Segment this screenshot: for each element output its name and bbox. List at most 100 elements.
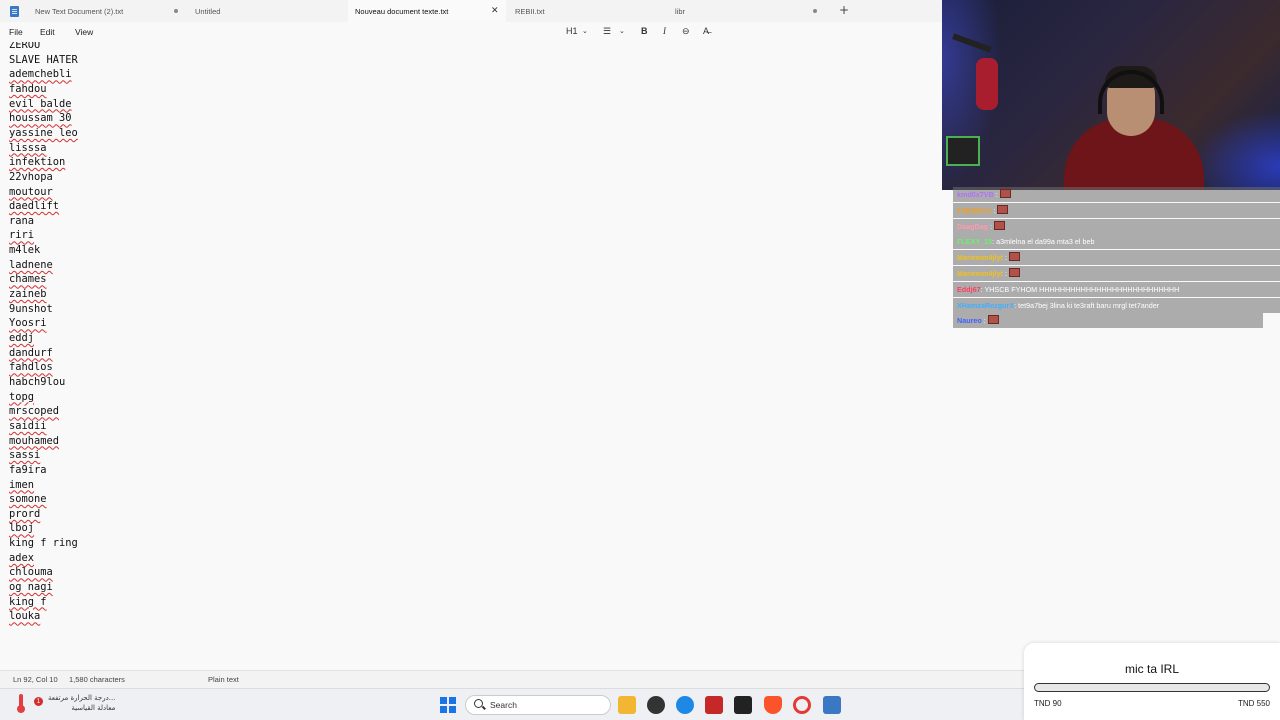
chat-message: Mariemm4jlyt : xyxy=(953,250,1280,266)
editor-line: king f ring xyxy=(9,537,78,550)
editor-line: fahdou xyxy=(9,83,47,96)
editor-line: lboj xyxy=(9,522,34,535)
goal-title: mic ta IRL xyxy=(1124,662,1179,676)
cursor-position: Ln 92, Col 10 xyxy=(13,675,58,684)
tab-nouveau-document-texte[interactable]: Nouveau document texte.txt ✕ xyxy=(348,0,506,22)
editor-line-text: m4lek xyxy=(9,244,41,257)
emote-icon xyxy=(987,315,999,325)
chat-message: Mariemm4jlyt : xyxy=(953,266,1280,281)
voicemeeter-icon[interactable] xyxy=(705,696,723,714)
editor-line: yassine leo xyxy=(9,127,78,140)
emote-icon xyxy=(1008,268,1020,277)
file-format[interactable]: Plain text xyxy=(208,675,239,684)
editor-line-text: evil balde xyxy=(9,97,72,110)
editor-line: riri xyxy=(9,229,34,242)
notepad-icon xyxy=(0,0,28,22)
chat-text: : a3mlelna el da99a mta3 el beb xyxy=(992,237,1095,247)
chat-username: DaagDag xyxy=(957,221,989,231)
tab-label: Nouveau document texte.txt xyxy=(355,6,449,16)
editor-line: topg xyxy=(9,391,34,404)
editor-line-text: chlouma xyxy=(9,566,53,579)
chevron-down-icon: ⌄ xyxy=(582,28,588,35)
editor-line-text: daedlift xyxy=(9,200,60,213)
brave-icon[interactable] xyxy=(764,696,782,714)
menu-file[interactable]: File xyxy=(9,27,23,37)
chat-message: DaagDag : xyxy=(953,218,1280,234)
clear-formatting-icon[interactable]: A̶ xyxy=(703,26,709,36)
editor-line: king f xyxy=(9,596,47,609)
menu-edit[interactable]: Edit xyxy=(40,27,55,37)
editor-line: SLAVE HATER xyxy=(9,54,78,67)
editor-line: houssam 30 xyxy=(9,112,72,125)
webcam-overlay xyxy=(942,0,1280,190)
editor-line: ademchebli xyxy=(9,68,72,81)
unsaved-dot-icon xyxy=(813,9,817,13)
bold-button[interactable]: B xyxy=(641,26,648,36)
chat-text: : tet9a7bej 3lina ki te3raft baru mrgl t… xyxy=(1014,300,1160,310)
editor-line: 22vhopa xyxy=(9,171,53,184)
editor-line-text: yassine leo xyxy=(9,126,78,139)
obs-icon[interactable] xyxy=(647,696,665,714)
editor-line-text: king f xyxy=(9,595,47,608)
editor-line-text: chames xyxy=(9,273,47,286)
chat-username: Naureo xyxy=(957,316,982,326)
editor-line-text: zaineb xyxy=(9,288,47,301)
editor-line-text: fahdlos xyxy=(9,361,53,374)
editor-line-text: SLAVE HATER xyxy=(9,53,78,66)
link-icon[interactable]: ⊖ xyxy=(682,26,690,37)
editor-line: adex xyxy=(9,552,34,565)
menu-bar: File Edit View H1 ⌄ ☰ ⌄ B I ⊖ A̶ xyxy=(0,22,942,42)
menu-view[interactable]: View xyxy=(75,27,93,37)
editor-line: og nagi xyxy=(9,581,53,594)
opera-icon[interactable] xyxy=(793,696,811,714)
editor-line-text: 9unshot xyxy=(9,302,53,315)
chat-username: Mariemm4jlyt xyxy=(957,269,1003,278)
text-editor[interactable]: ZEROU SLAVE HATER ademchebli fahdou evil bal… xyxy=(0,42,942,670)
chat-username: FLEXY_15 xyxy=(957,237,993,247)
editor-line-text: fa9ira xyxy=(9,463,47,476)
tab-new-text-document-2[interactable]: New Text Document (2).txt xyxy=(28,0,188,22)
goal-progress-bar xyxy=(1034,683,1270,692)
tab-libr[interactable]: libr xyxy=(668,0,828,22)
taskbar-search[interactable]: Search xyxy=(465,695,611,715)
weather-widget[interactable]: 1 درجة الحرارة مرتفعة... معادلة القياسية xyxy=(14,692,115,714)
tab-label: Untitled xyxy=(195,6,221,16)
editor-line-text: ZEROU xyxy=(9,42,41,51)
tab-untitled[interactable]: Untitled xyxy=(188,0,348,22)
editor-line-text: infektion xyxy=(9,156,66,169)
editor-line: eddj xyxy=(9,332,34,345)
file-explorer-icon[interactable] xyxy=(618,696,636,714)
editor-line: zaineb xyxy=(9,288,47,301)
tab-bar: New Text Document (2).txt Untitled Nouve… xyxy=(0,0,942,22)
editor-line: 9unshot xyxy=(9,303,53,316)
list-icon[interactable]: ☰ xyxy=(603,26,611,37)
chat-message: FLEXY_15: a3mlelna el da99a mta3 el beb xyxy=(953,234,1280,250)
editor-line: dandurf xyxy=(9,347,53,360)
editor-line: mouhamed xyxy=(9,435,59,448)
heading-dropdown[interactable]: H1 xyxy=(566,26,578,36)
edge-icon[interactable] xyxy=(676,696,694,714)
editor-line: Yoosri xyxy=(9,317,47,330)
app-icon[interactable] xyxy=(734,696,752,714)
editor-line-text: houssam 30 xyxy=(9,112,72,125)
goal-min-label: TND 90 xyxy=(1034,699,1062,708)
editor-line-text: Yoosri xyxy=(9,317,47,330)
tab-label: New Text Document (2).txt xyxy=(35,6,124,16)
editor-line: somone xyxy=(9,493,47,506)
goal-max-label: TND 550 xyxy=(1237,699,1270,708)
italic-button[interactable]: I xyxy=(663,26,666,36)
editor-line-text: mrscoped xyxy=(9,405,60,418)
notepad-taskbar-icon[interactable] xyxy=(823,696,841,714)
close-tab-icon[interactable]: ✕ xyxy=(491,5,499,16)
donation-goal-widget: mic ta IRL TND 90 TND 550 xyxy=(1024,643,1280,720)
editor-line: ladnene xyxy=(9,259,53,272)
editor-line: habch9lou xyxy=(9,376,65,389)
editor-line-text: louka xyxy=(9,610,41,623)
editor-line-text: dandurf xyxy=(9,346,53,359)
new-tab-icon[interactable]: + xyxy=(839,3,849,17)
character-count: 1,580 characters xyxy=(69,675,125,684)
tab-rebii[interactable]: REBII.txt xyxy=(508,0,668,22)
editor-line: infektion xyxy=(9,156,65,169)
windows-start-icon[interactable] xyxy=(440,697,456,713)
editor-line: mrscoped xyxy=(9,405,59,418)
